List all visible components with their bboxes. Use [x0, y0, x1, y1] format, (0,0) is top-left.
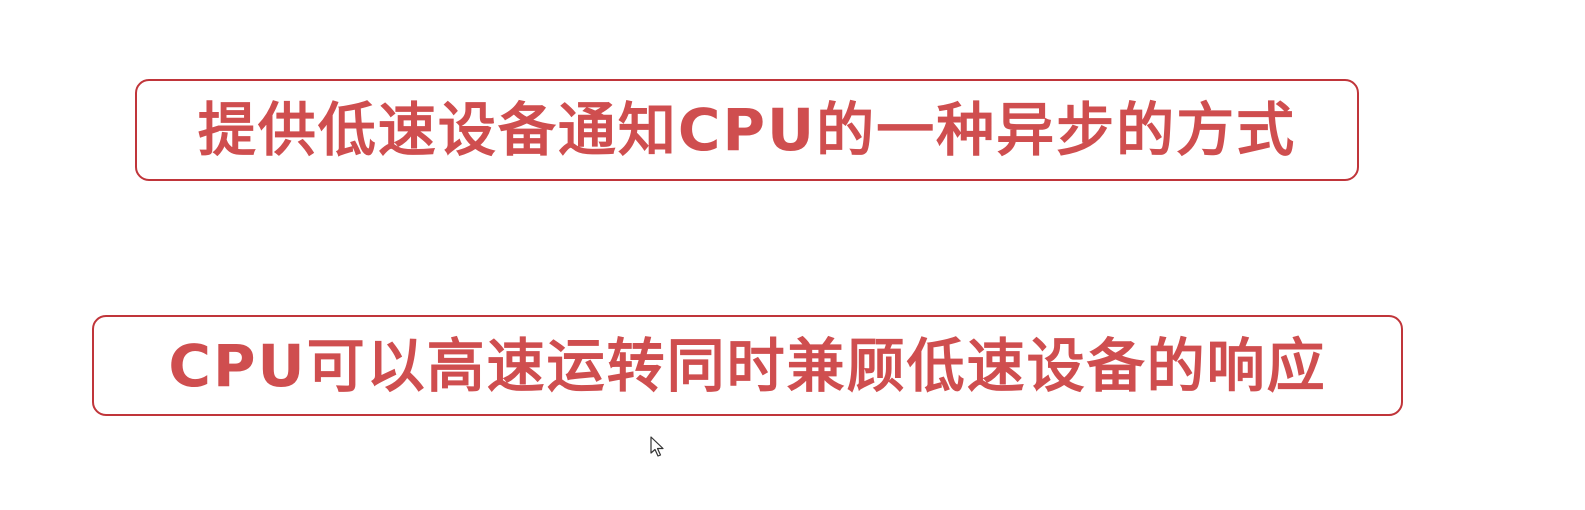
statement-text-async-notification: 提供低速设备通知CPU的一种异步的方式 [197, 96, 1297, 164]
mouse-pointer-icon [650, 436, 664, 457]
statement-box-cpu-high-speed: CPU可以高速运转同时兼顾低速设备的响应 [92, 315, 1403, 416]
statement-box-async-notification: 提供低速设备通知CPU的一种异步的方式 [135, 79, 1359, 181]
statement-text-cpu-high-speed: CPU可以高速运转同时兼顾低速设备的响应 [168, 331, 1327, 400]
